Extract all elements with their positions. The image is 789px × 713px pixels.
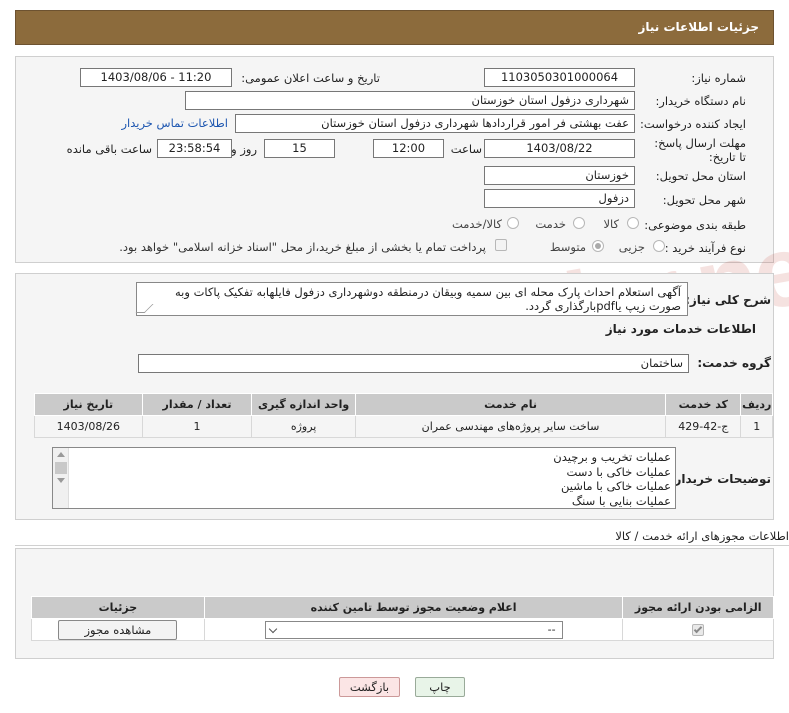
need-number-label: شماره نیاز:: [691, 71, 746, 85]
notes-line: عملیات خاکی با دست: [566, 464, 671, 479]
cell-qty: 1: [141, 415, 253, 438]
cell-unit: پروژه: [251, 415, 356, 438]
services-table: ردیف کد خدمت نام خدمت واحد اندازه گیری ت…: [34, 393, 773, 438]
permit-status-cell: --: [203, 618, 624, 641]
creator-field: عفت بهشتی فر امور قراردادها شهرداری دزفو…: [235, 114, 635, 133]
buyer-notes-label: توضیحات خریدار:: [669, 472, 771, 486]
buyer-org-label: نام دستگاه خریدار:: [655, 94, 746, 108]
scroll-down-icon[interactable]: [57, 478, 65, 483]
permits-section-title: اطلاعات مجوزهای ارائه خدمت / کالا: [615, 529, 789, 543]
col-header-index: ردیف: [740, 393, 773, 416]
process-minor-radio[interactable]: [653, 240, 665, 252]
permit-required-checkbox: [692, 624, 705, 636]
table-row: 1 ج-42-429 ساخت سایر پروژه‌های مهندسی عم…: [34, 415, 773, 438]
scroll-thumb[interactable]: [55, 462, 67, 474]
permits-table: الزامی بودن ارائه مجوز اعلام وضعیت مجوز …: [31, 596, 774, 641]
cell-code: ج-42-429: [665, 415, 742, 438]
buyer-contact-link[interactable]: اطلاعات تماس خریدار: [121, 116, 228, 130]
days-field: 15: [264, 139, 335, 158]
notes-line: عملیات تخریب و برچیدن: [553, 450, 671, 464]
process-medium-label: متوسط: [549, 240, 586, 254]
col-header-code: کد خدمت: [665, 393, 742, 416]
category-goods-label: کالا: [603, 217, 619, 231]
cell-index: 1: [740, 415, 773, 438]
category-goods-radio[interactable]: [627, 217, 639, 229]
buyer-org-field: شهرداری دزفول استان خوزستان: [185, 91, 635, 110]
deadline-time-label: ساعت: [450, 142, 482, 156]
notes-line: عملیات بنایی با سنگ: [571, 493, 671, 508]
treasury-payment-text: پرداخت تمام یا بخشی از مبلغ خرید،از محل …: [119, 240, 486, 254]
checkmark-icon: [693, 624, 703, 634]
description-label: شرح کلی نیاز:: [685, 293, 771, 307]
section-divider: [15, 545, 789, 546]
back-button[interactable]: بازگشت: [339, 677, 400, 697]
table-row: -- مشاهده مجوز: [31, 618, 774, 641]
description-textarea[interactable]: آگهی استعلام احداث پارک محله ای بین سمیه…: [136, 282, 688, 316]
days-label: روز و: [231, 142, 257, 156]
need-number-field: 1103050301000064: [484, 68, 635, 87]
category-goods-service-label: کالا/خدمت: [451, 217, 502, 231]
process-type-label: نوع فرآیند خرید :: [664, 241, 746, 255]
city-field: دزفول: [484, 189, 635, 208]
scroll-up-icon[interactable]: [57, 452, 65, 457]
deadline-label: مهلت ارسال پاسخ: تا تاریخ:: [654, 136, 746, 164]
remaining-time-label: ساعت باقی مانده: [66, 142, 152, 156]
category-goods-service-radio[interactable]: [507, 217, 519, 229]
province-field: خوزستان: [484, 166, 635, 185]
service-group-label: گروه خدمت:: [697, 356, 771, 370]
category-service-radio[interactable]: [573, 217, 585, 229]
permit-col-status: اعلام وضعیت مجوز توسط تامین کننده: [203, 596, 624, 619]
permit-col-required: الزامی بودن ارائه مجوز: [622, 596, 774, 619]
announce-date-label: تاریخ و ساعت اعلان عمومی:: [241, 71, 380, 85]
category-service-label: خدمت: [535, 217, 566, 231]
permit-col-details: جزئیات: [31, 596, 205, 619]
services-section-title: اطلاعات خدمات مورد نیاز: [605, 322, 756, 336]
col-header-name: نام خدمت: [354, 393, 667, 416]
process-medium-radio[interactable]: [592, 240, 604, 252]
province-label: استان محل تحویل:: [655, 169, 746, 183]
chevron-down-icon: [268, 624, 277, 633]
deadline-date-field: 1403/08/22: [484, 139, 635, 158]
view-permit-button[interactable]: مشاهده مجوز: [58, 619, 178, 640]
process-minor-label: جزیی: [618, 240, 645, 254]
col-header-qty: تعداد / مقدار: [141, 393, 253, 416]
col-header-unit: واحد اندازه گیری: [251, 393, 356, 416]
print-button[interactable]: چاپ: [415, 677, 465, 697]
creator-label: ایجاد کننده درخواست:: [640, 117, 746, 131]
buyer-notes-textarea[interactable]: عملیات تخریب و برچیدن عملیات خاکی با دست…: [52, 447, 676, 509]
cell-name: ساخت سایر پروژه‌های مهندسی عمران: [354, 415, 667, 438]
col-header-date: تاریخ نیاز: [34, 393, 143, 416]
permit-details-cell: مشاهده مجوز: [31, 618, 205, 641]
cell-date: 1403/08/26: [34, 415, 143, 438]
permit-required-cell: [622, 618, 774, 641]
notes-scrollbar[interactable]: [53, 448, 69, 508]
city-label: شهر محل تحویل:: [662, 193, 746, 207]
remaining-time-field: 23:58:54: [157, 139, 232, 158]
select-value: --: [547, 622, 556, 636]
announce-date-field: 1403/08/06 - 11:20: [80, 68, 232, 87]
deadline-time-field: 12:00: [373, 139, 444, 158]
treasury-payment-checkbox[interactable]: [495, 239, 507, 251]
category-label: طبقه بندی موضوعی:: [644, 218, 746, 232]
notes-line: عملیات خاکی با ماشین: [561, 479, 671, 493]
page-header: جزئیات اطلاعات نیاز: [15, 10, 774, 45]
permit-status-select[interactable]: --: [264, 620, 563, 639]
service-group-field: ساختمان: [138, 354, 689, 373]
